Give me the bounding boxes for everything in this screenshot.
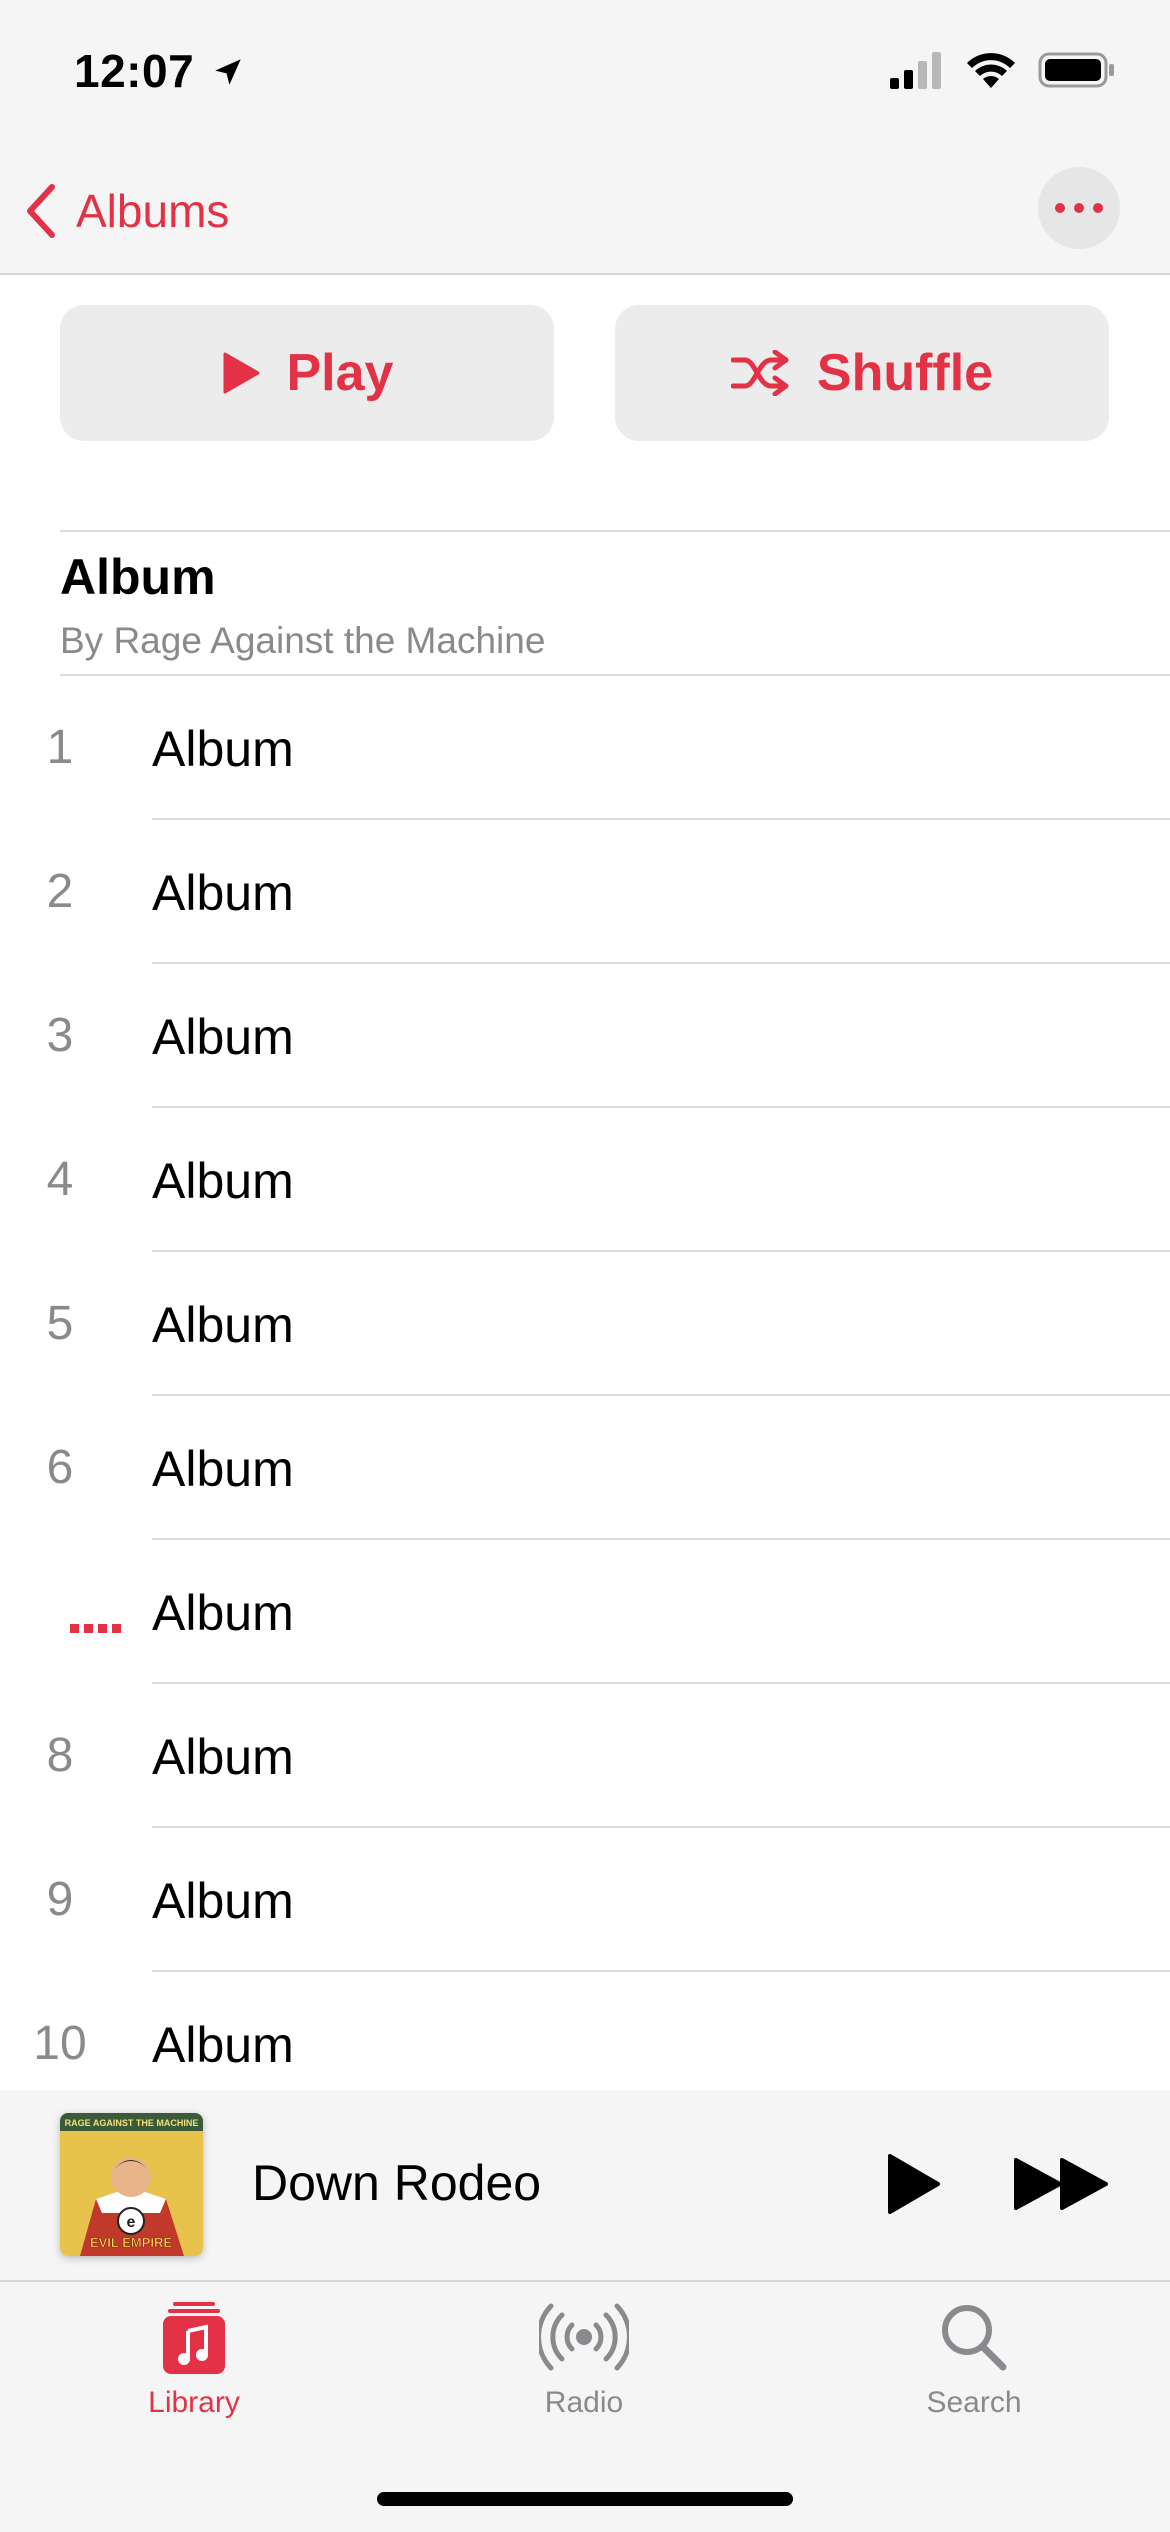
home-indicator[interactable] <box>377 2492 793 2506</box>
track-title: Album <box>152 721 294 777</box>
location-arrow-icon <box>215 59 242 85</box>
play-button[interactable]: Play <box>60 305 554 441</box>
status-time-text: 12:07 <box>74 45 195 97</box>
track-number: 1 <box>46 721 74 774</box>
chevron-left-icon <box>27 184 55 238</box>
svg-text:e: e <box>127 2214 136 2231</box>
mini-player-play-button[interactable] <box>884 2152 944 2221</box>
shuffle-button-label: Shuffle <box>816 344 994 402</box>
shuffle-icon <box>730 350 789 396</box>
track-title: Album <box>152 865 294 921</box>
track-row[interactable]: 6 Album <box>0 1396 1170 1540</box>
album-artwork[interactable]: RAGE AGAINST THE MACHINE e EVIL EMPIRE <box>60 2113 203 2256</box>
tab-search[interactable]: Search <box>854 2300 1094 2450</box>
artwork-text-top: RAGE AGAINST THE MACHINE <box>65 2118 199 2128</box>
track-title: Album <box>152 1585 294 1641</box>
tab-label: Search <box>926 2386 1022 2419</box>
album-title: Album <box>60 549 216 605</box>
nav-bar: Albums <box>0 150 1170 275</box>
track-title: Album <box>152 1729 294 1785</box>
divider <box>60 530 1170 532</box>
status-bar: 12:07 <box>0 0 1170 150</box>
track-number: 10 <box>33 2017 87 2070</box>
album-artwork-image: RAGE AGAINST THE MACHINE e EVIL EMPIRE <box>60 2113 203 2256</box>
play-button-label: Play <box>286 344 394 402</box>
track-row[interactable]: 9 Album <box>0 1828 1170 1972</box>
track-row[interactable]: 1 Album <box>0 676 1170 820</box>
track-number: 8 <box>46 1729 74 1782</box>
wifi-icon <box>967 53 1015 88</box>
track-number: 3 <box>46 1009 74 1062</box>
track-row[interactable]: 4 Album <box>0 1108 1170 1252</box>
now-playing-indicator-icon <box>70 1624 121 1633</box>
status-time: 12:07 <box>74 44 245 98</box>
back-button[interactable]: Albums <box>22 176 229 246</box>
status-icons <box>888 50 1116 90</box>
mini-player-track-title: Down Rodeo <box>252 2155 542 2211</box>
track-title: Album <box>152 1873 294 1929</box>
library-icon <box>163 2302 225 2374</box>
track-number: 6 <box>46 1441 74 1494</box>
album-artist[interactable]: By Rage Against the Machine <box>60 620 545 662</box>
back-label: Albums <box>76 185 230 237</box>
tab-label: Library <box>148 2386 240 2419</box>
tab-label: Radio <box>544 2386 624 2419</box>
track-row[interactable]: 3 Album <box>0 964 1170 1108</box>
cellular-signal-icon <box>890 52 941 89</box>
track-number: 5 <box>46 1297 74 1350</box>
radio-icon <box>539 2303 629 2371</box>
mini-player-forward-button[interactable] <box>1012 2156 1112 2217</box>
play-icon <box>888 2154 940 2214</box>
mini-player[interactable]: RAGE AGAINST THE MACHINE e EVIL EMPIRE D… <box>0 2090 1170 2282</box>
artwork-text-bottom: EVIL EMPIRE <box>90 2235 172 2250</box>
search-icon <box>942 2305 1007 2371</box>
more-button[interactable] <box>1038 167 1120 249</box>
track-row[interactable]: 8 Album <box>0 1684 1170 1828</box>
tab-library[interactable]: Library <box>74 2300 314 2450</box>
battery-icon <box>1038 52 1114 88</box>
tab-radio[interactable]: Radio <box>464 2300 704 2450</box>
fast-forward-icon <box>1014 2158 1108 2210</box>
track-number: 2 <box>46 865 74 918</box>
track-row[interactable]: 10 Album <box>0 1972 1170 2090</box>
track-list: 1 Album 2 Album 3 Album 4 Album 5 Album … <box>0 676 1170 2090</box>
track-number: 4 <box>46 1153 74 1206</box>
track-number: 9 <box>46 1873 74 1926</box>
shuffle-button[interactable]: Shuffle <box>615 305 1109 441</box>
track-title: Album <box>152 1441 294 1497</box>
track-title: Album <box>152 1297 294 1353</box>
track-row[interactable]: 2 Album <box>0 820 1170 964</box>
track-title: Album <box>152 1009 294 1065</box>
track-row-now-playing[interactable]: Album <box>0 1540 1170 1684</box>
track-title: Album <box>152 2017 294 2073</box>
track-title: Album <box>152 1153 294 1209</box>
track-row[interactable]: 5 Album <box>0 1252 1170 1396</box>
play-icon <box>223 352 259 394</box>
ellipsis-icon <box>1055 203 1103 213</box>
